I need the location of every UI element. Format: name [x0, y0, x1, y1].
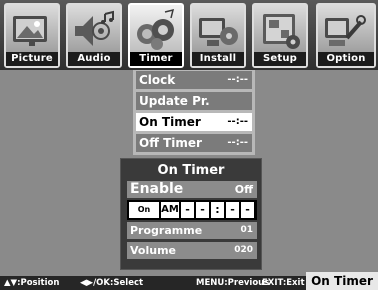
enable-row[interactable]: Enable Off	[127, 181, 257, 198]
programme-value: 01	[240, 225, 253, 235]
help-exit: EXIT:Exit	[262, 278, 305, 288]
tab-install[interactable]: Install	[190, 3, 246, 68]
help-position: ▲▼:Position	[4, 278, 60, 288]
volume-row[interactable]: Volume 020	[127, 242, 257, 259]
setup-icon	[263, 14, 300, 49]
submenu-item-update-pr[interactable]: Update Pr.	[136, 92, 252, 110]
tab-audio[interactable]: Audio	[66, 3, 122, 68]
enable-label: Enable	[130, 181, 184, 197]
current-menu-title: On Timer	[306, 272, 378, 290]
submenu-item-label: Clock	[139, 73, 176, 87]
timer-submenu: Clock --:-- Update Pr. On Timer --:-- Of…	[133, 70, 255, 155]
submenu-item-label: Off Timer	[139, 136, 202, 150]
tab-picture[interactable]: Picture	[4, 3, 60, 68]
on-time-label: On Time	[129, 202, 159, 230]
tab-timer[interactable]: Timer	[128, 3, 184, 68]
minute-units-field[interactable]: -	[241, 202, 254, 218]
hour-units-field[interactable]: -	[196, 202, 209, 218]
time-separator: :	[211, 202, 224, 218]
tab-audio-label: Audio	[68, 52, 120, 66]
minute-tens-field[interactable]: -	[226, 202, 239, 218]
enable-value: Off	[234, 183, 253, 196]
programme-label: Programme	[130, 224, 203, 237]
tab-setup[interactable]: Setup	[252, 3, 308, 68]
help-select: ◀▶/OK:Select	[80, 278, 144, 288]
submenu-item-clock[interactable]: Clock --:--	[136, 71, 252, 89]
submenu-item-label: Update Pr.	[139, 94, 210, 108]
tab-picture-label: Picture	[6, 52, 58, 66]
audio-icon	[75, 10, 114, 46]
tab-option[interactable]: Option	[316, 3, 376, 68]
tab-timer-label: Timer	[130, 52, 182, 66]
option-icon	[325, 15, 366, 46]
on-timer-panel: On Timer Enable Off On Time AM - - : - -…	[120, 158, 262, 270]
submenu-item-label: On Timer	[139, 115, 201, 129]
submenu-item-value: --:--	[227, 74, 248, 85]
volume-label: Volume	[130, 244, 176, 257]
ampm-field[interactable]: AM	[161, 202, 179, 218]
volume-value: 020	[234, 245, 253, 255]
submenu-item-on-timer[interactable]: On Timer --:--	[136, 113, 252, 131]
submenu-item-value: --:--	[227, 116, 248, 127]
tab-setup-label: Setup	[254, 52, 306, 66]
install-icon	[199, 18, 238, 46]
help-previous: MENU:Previous	[196, 278, 270, 288]
picture-icon	[13, 16, 47, 46]
submenu-item-off-timer[interactable]: Off Timer --:--	[136, 134, 252, 152]
timer-icon	[137, 8, 175, 50]
hour-tens-field[interactable]: -	[181, 202, 194, 218]
tab-option-label: Option	[318, 52, 374, 66]
panel-title: On Timer	[157, 163, 225, 178]
on-time-row[interactable]: On Time AM - - : - -	[127, 200, 257, 230]
main-menu-tabbar: Picture Audio Timer Install Setup Option	[0, 0, 378, 70]
programme-row[interactable]: Programme 01	[127, 222, 257, 239]
tab-install-label: Install	[192, 52, 244, 66]
submenu-item-value: --:--	[227, 137, 248, 148]
